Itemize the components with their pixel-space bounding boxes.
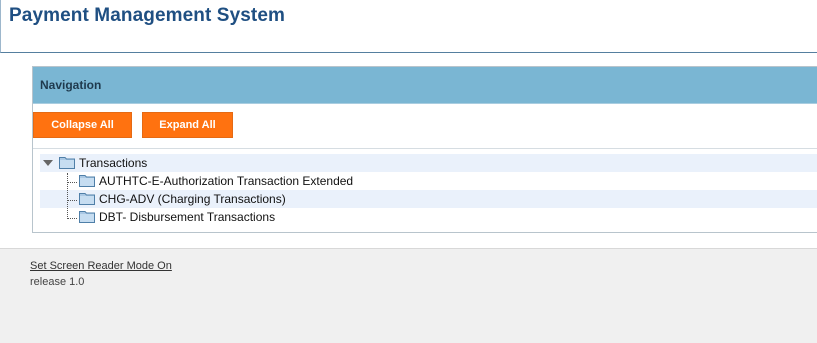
navigation-panel: Navigation Collapse All Expand All Trans… xyxy=(32,66,817,233)
divider xyxy=(33,148,817,149)
tree-node-chg-adv[interactable]: CHG-ADV (Charging Transactions) xyxy=(40,190,817,208)
tree-node-dbt[interactable]: DBT- Disbursement Transactions xyxy=(40,208,817,226)
tree-node-label[interactable]: Transactions xyxy=(79,156,147,170)
tree-connector-line xyxy=(67,218,77,219)
folder-icon xyxy=(79,193,95,205)
tree-connector-line xyxy=(67,173,68,219)
navigation-panel-header: Navigation xyxy=(33,67,817,104)
tree-node-label[interactable]: DBT- Disbursement Transactions xyxy=(99,210,275,224)
tree-node-label[interactable]: CHG-ADV (Charging Transactions) xyxy=(99,192,286,206)
folder-icon xyxy=(79,175,95,187)
release-version: release 1.0 xyxy=(30,276,85,288)
expand-collapse-toggle-icon[interactable] xyxy=(43,160,53,166)
collapse-all-button[interactable]: Collapse All xyxy=(33,112,132,138)
expand-all-button[interactable]: Expand All xyxy=(142,112,233,138)
app-title: Payment Management System xyxy=(9,5,285,26)
footer: Set Screen Reader Mode On release 1.0 xyxy=(0,248,817,343)
folder-icon xyxy=(79,211,95,223)
tree-node-transactions[interactable]: Transactions xyxy=(40,154,817,172)
tree-node-label[interactable]: AUTHTC-E-Authorization Transaction Exten… xyxy=(99,174,353,188)
app-header: Payment Management System xyxy=(0,0,817,53)
page: Payment Management System Navigation Col… xyxy=(0,0,817,343)
tree-connector-line xyxy=(67,182,77,183)
screen-reader-mode-link[interactable]: Set Screen Reader Mode On xyxy=(30,260,172,272)
tree-node-authtc-e[interactable]: AUTHTC-E-Authorization Transaction Exten… xyxy=(40,172,817,190)
folder-icon xyxy=(59,157,75,169)
navigation-panel-title: Navigation xyxy=(40,78,102,92)
tree-connector-line xyxy=(67,200,77,201)
